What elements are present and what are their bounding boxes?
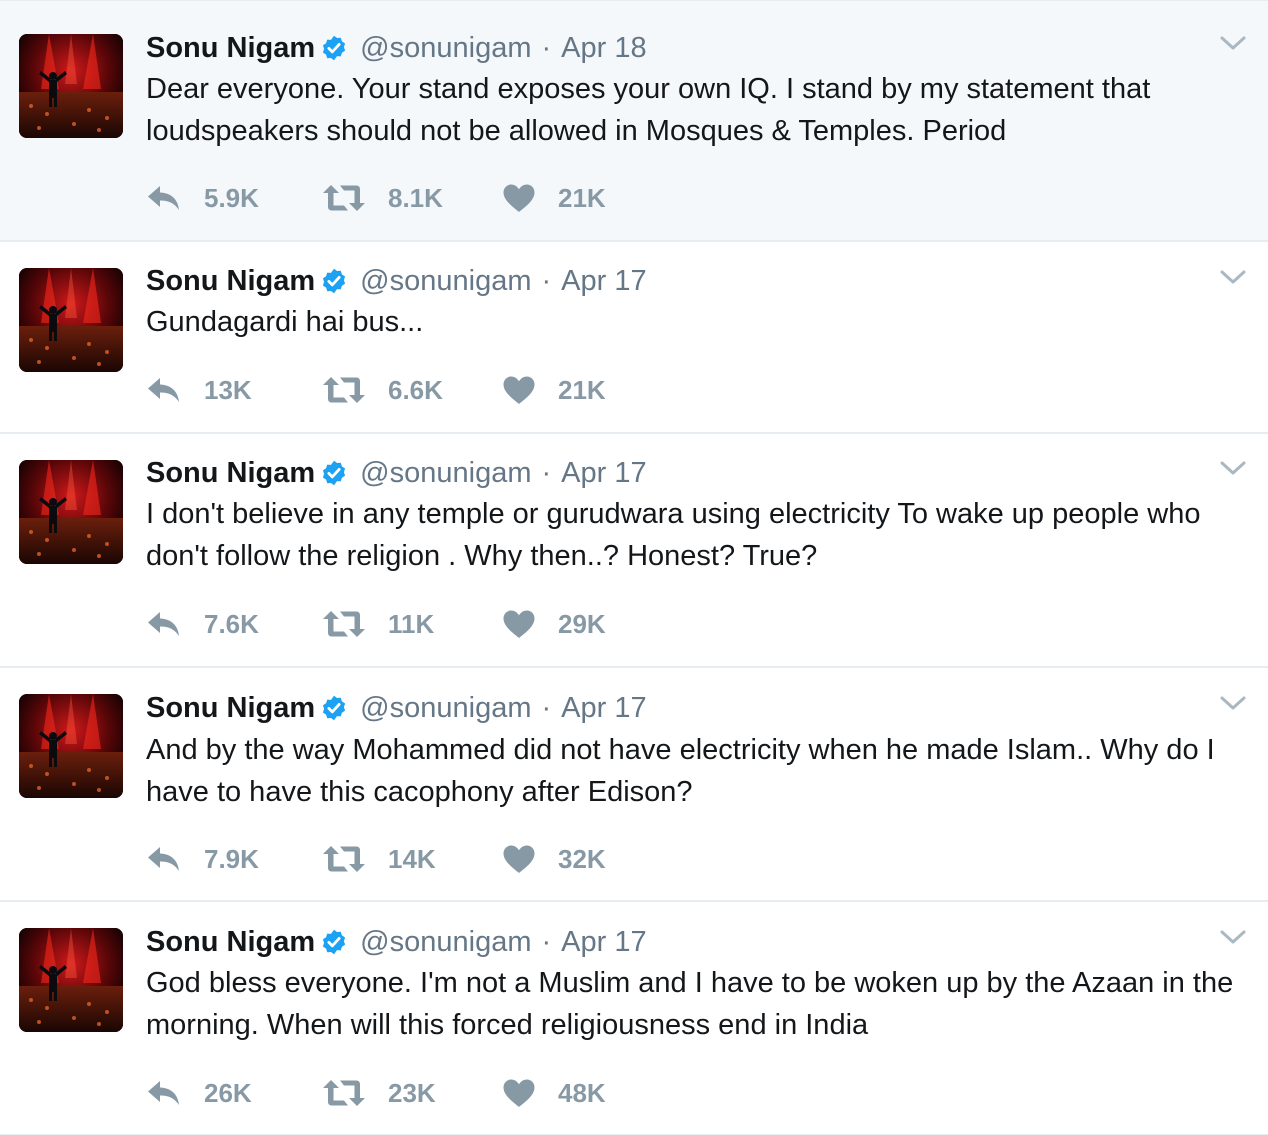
author-name[interactable]: Sonu Nigam [146,926,315,959]
author-handle[interactable]: @sonunigam [360,265,531,298]
like-button[interactable]: 32K [502,839,606,879]
tweet-date[interactable]: Apr 17 [561,692,646,725]
reply-icon [146,375,182,405]
retweet-count: 23K [388,1077,436,1108]
chevron-down-icon[interactable] [1218,267,1248,289]
retweet-count: 6.6K [388,374,443,405]
retweet-icon [322,844,366,874]
heart-icon [502,375,536,405]
like-count: 21K [558,182,606,213]
tweet[interactable]: Sonu Nigam @sonunigam · Apr 17 And by th… [0,668,1268,902]
retweet-button[interactable]: 8.1K [322,178,443,218]
avatar[interactable] [19,928,123,1032]
like-button[interactable]: 21K [502,178,606,218]
tweet-text: And by the way Mohammed did not have ele… [146,734,1215,808]
retweet-icon [322,183,366,213]
author-handle[interactable]: @sonunigam [360,457,531,490]
reply-count: 13K [204,374,252,405]
tweet-date[interactable]: Apr 17 [561,457,646,490]
retweet-count: 8.1K [388,182,443,213]
like-count: 21K [558,374,606,405]
like-button[interactable]: 21K [502,370,606,410]
reply-count: 5.9K [204,182,259,213]
retweet-button[interactable]: 11K [322,604,434,644]
reply-count: 7.6K [204,608,259,639]
heart-icon [502,183,536,213]
chevron-down-icon[interactable] [1218,693,1248,715]
author-handle[interactable]: @sonunigam [360,32,531,65]
like-button[interactable]: 29K [502,604,606,644]
retweet-icon [322,609,366,639]
tweet-header: Sonu Nigam @sonunigam · Apr 17 [146,922,647,962]
avatar[interactable] [19,694,123,798]
reply-button[interactable]: 7.9K [146,839,259,879]
avatar[interactable] [19,34,123,138]
tweet[interactable]: Sonu Nigam @sonunigam · Apr 17 God bless… [0,902,1268,1135]
reply-button[interactable]: 13K [146,370,252,410]
like-count: 48K [558,1077,606,1108]
chevron-down-icon[interactable] [1218,33,1248,55]
tweet-text: I don't believe in any temple or gurudwa… [146,498,1201,572]
separator-dot: · [541,925,552,958]
reply-icon [146,183,182,213]
reply-icon [146,1078,182,1108]
author-name[interactable]: Sonu Nigam [146,692,315,725]
retweet-button[interactable]: 6.6K [322,370,443,410]
like-count: 32K [558,843,606,874]
tweet-text: God bless everyone. I'm not a Muslim and… [146,967,1234,1041]
verified-badge-icon [320,928,348,956]
separator-dot: · [541,456,552,489]
verified-badge-icon [320,694,348,722]
author-handle[interactable]: @sonunigam [360,926,531,959]
chevron-down-icon[interactable] [1218,458,1248,480]
verified-badge-icon [320,34,348,62]
tweet[interactable]: Sonu Nigam @sonunigam · Apr 18 Dear ever… [0,1,1268,242]
like-button[interactable]: 48K [502,1073,606,1113]
separator-dot: · [541,264,552,297]
retweet-count: 11K [388,608,435,639]
verified-badge-icon [320,459,348,487]
verified-badge-icon [320,267,348,295]
heart-icon [502,609,536,639]
tweet-date[interactable]: Apr 18 [561,32,646,65]
author-name[interactable]: Sonu Nigam [146,457,315,490]
separator-dot: · [541,31,552,64]
reply-count: 26K [204,1077,252,1108]
retweet-count: 14K [388,843,436,874]
reply-button[interactable]: 5.9K [146,178,259,218]
tweet-timeline: Sonu Nigam @sonunigam · Apr 18 Dear ever… [0,0,1268,1135]
tweet[interactable]: Sonu Nigam @sonunigam · Apr 17 I don't b… [0,434,1268,668]
author-handle[interactable]: @sonunigam [360,692,531,725]
avatar[interactable] [19,460,123,564]
author-name[interactable]: Sonu Nigam [146,32,315,65]
author-name[interactable]: Sonu Nigam [146,265,315,298]
tweet-header: Sonu Nigam @sonunigam · Apr 17 [146,453,647,493]
retweet-button[interactable]: 23K [322,1073,436,1113]
like-count: 29K [558,608,606,639]
retweet-icon [322,1078,366,1108]
tweet-date[interactable]: Apr 17 [561,926,646,959]
separator-dot: · [541,691,552,724]
tweet-header: Sonu Nigam @sonunigam · Apr 17 [146,261,647,301]
chevron-down-icon[interactable] [1218,927,1248,949]
avatar[interactable] [19,268,123,372]
tweet[interactable]: Sonu Nigam @sonunigam · Apr 17 Gundagard… [0,242,1268,434]
heart-icon [502,844,536,874]
retweet-icon [322,375,366,405]
tweet-text: Dear everyone. Your stand exposes your o… [146,73,1151,147]
reply-count: 7.9K [204,843,259,874]
tweet-header: Sonu Nigam @sonunigam · Apr 17 [146,688,647,728]
reply-icon [146,844,182,874]
reply-button[interactable]: 26K [146,1073,252,1113]
tweet-text: Gundagardi hai bus... [146,306,424,338]
heart-icon [502,1078,536,1108]
reply-button[interactable]: 7.6K [146,604,259,644]
retweet-button[interactable]: 14K [322,839,436,879]
reply-icon [146,609,182,639]
tweet-header: Sonu Nigam @sonunigam · Apr 18 [146,28,647,68]
tweet-date[interactable]: Apr 17 [561,265,646,298]
